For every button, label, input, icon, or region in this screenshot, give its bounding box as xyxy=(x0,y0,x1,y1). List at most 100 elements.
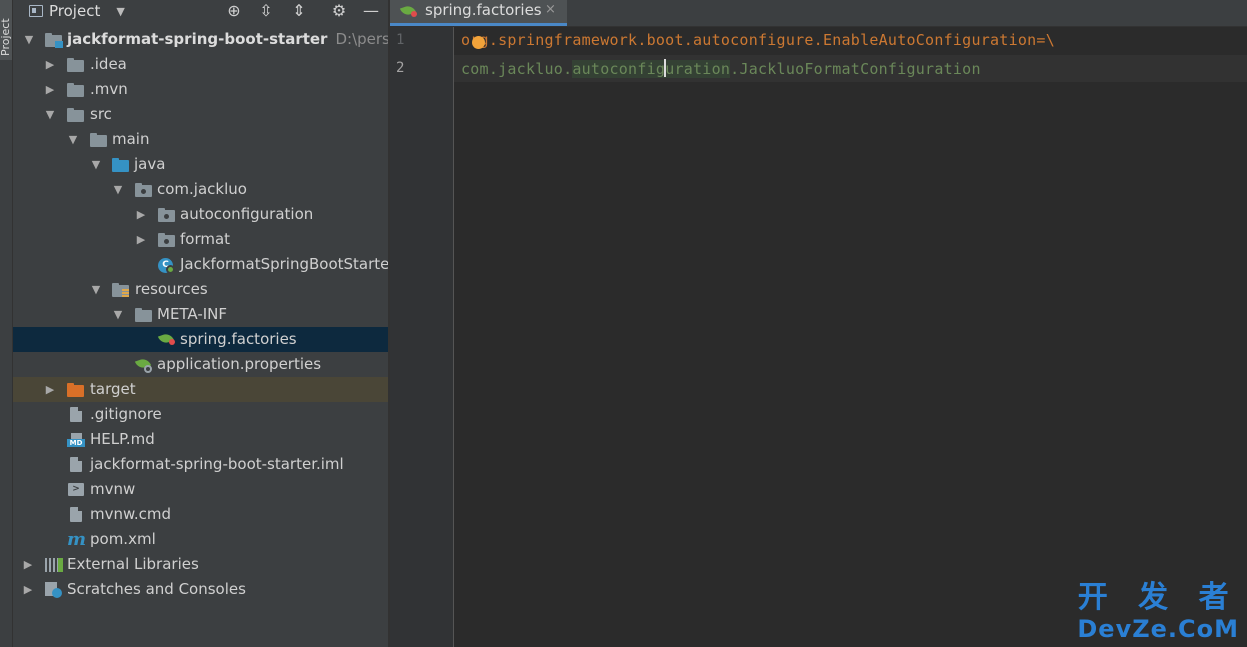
code-token: autoconfig xyxy=(572,60,666,78)
chevron-right-icon[interactable]: ▶ xyxy=(43,77,57,102)
chevron-right-icon[interactable]: ▶ xyxy=(43,377,57,402)
code-editor[interactable]: org.springframework.boot.autoconfigure.E… xyxy=(454,27,1247,647)
chevron-right-icon[interactable]: ▶ xyxy=(43,52,57,77)
tree-item-application-properties[interactable]: application.properties xyxy=(13,352,388,377)
locate-icon[interactable]: ⊕ xyxy=(224,1,244,21)
markdown-file-icon: MD xyxy=(67,433,85,447)
tree-label: resources xyxy=(135,280,208,298)
chevron-down-icon[interactable]: ▼ xyxy=(22,27,36,52)
folder-icon xyxy=(67,58,85,72)
chevron-down-icon[interactable]: ▼ xyxy=(66,127,80,152)
tree-item-mvnw[interactable]: > mvnw xyxy=(13,477,388,502)
tree-label: .gitignore xyxy=(90,405,162,423)
tab-label: spring.factories xyxy=(425,1,542,19)
project-panel-title: Project xyxy=(49,2,101,20)
expand-all-icon[interactable]: ⇳ xyxy=(256,1,276,21)
code-line-2: com.jackluo.autoconfiguration.JackluoFor… xyxy=(461,59,981,78)
spring-factories-icon xyxy=(399,3,418,19)
tree-item-idea[interactable]: ▶ .idea xyxy=(13,52,388,77)
folder-icon xyxy=(90,133,108,147)
chevron-down-icon[interactable]: ▼ xyxy=(111,177,125,202)
folder-icon xyxy=(67,108,85,122)
project-tool-tab[interactable]: Project xyxy=(0,0,12,60)
tree-label: application.properties xyxy=(157,355,322,373)
maven-icon: m xyxy=(67,529,87,550)
resources-folder-icon xyxy=(112,283,130,297)
chevron-right-icon[interactable]: ▶ xyxy=(134,227,148,252)
chevron-down-icon: ▼ xyxy=(116,4,125,18)
tree-label: JackformatSpringBootStarterApplication xyxy=(180,255,388,273)
code-token: uration xyxy=(665,60,731,78)
tree-label: META-INF xyxy=(157,305,228,323)
left-tool-strip: Project xyxy=(0,0,13,647)
chevron-down-icon[interactable]: ▼ xyxy=(89,277,103,302)
tree-item-format[interactable]: ▶ format xyxy=(13,227,388,252)
collapse-all-icon[interactable]: ⇕ xyxy=(289,1,309,21)
tree-label: src xyxy=(90,105,112,123)
tree-item-autoconfiguration[interactable]: ▶ autoconfiguration xyxy=(13,202,388,227)
tree-label: jackformat-spring-boot-starter.iml xyxy=(90,455,344,473)
code-token: jackluo xyxy=(498,60,564,78)
chevron-right-icon[interactable]: ▶ xyxy=(21,577,35,602)
watermark-cn: 开 发 者 xyxy=(1077,580,1239,615)
cmd-file-icon xyxy=(70,507,82,522)
tree-item-root[interactable]: ▼ jackformat-spring-boot-starter D:\perso… xyxy=(13,27,388,52)
tree-item-main[interactable]: ▼ main xyxy=(13,127,388,152)
shell-script-icon: > xyxy=(68,483,84,496)
folder-icon xyxy=(67,83,85,97)
iml-file-icon xyxy=(70,457,82,472)
tree-item-help[interactable]: MD HELP.md xyxy=(13,427,388,452)
library-icon xyxy=(45,558,63,572)
package-icon xyxy=(158,233,176,247)
tree-item-pom[interactable]: m pom.xml xyxy=(13,527,388,552)
source-folder-icon xyxy=(112,158,130,172)
tree-label: target xyxy=(90,380,136,398)
chevron-down-icon[interactable]: ▼ xyxy=(43,102,57,127)
editor-area: spring.factories × 1 2 org.springframewo… xyxy=(390,0,1247,647)
close-icon[interactable]: × xyxy=(545,2,556,17)
tree-item-resources[interactable]: ▼ resources xyxy=(13,277,388,302)
tree-item-mvnw-cmd[interactable]: mvnw.cmd xyxy=(13,502,388,527)
tree-item-gitignore[interactable]: .gitignore xyxy=(13,402,388,427)
excluded-folder-icon xyxy=(67,383,85,397)
gitignore-file-icon xyxy=(70,407,82,422)
scratches-icon xyxy=(45,582,63,598)
folder-icon xyxy=(135,308,153,322)
tree-item-meta-inf[interactable]: ▼ META-INF xyxy=(13,302,388,327)
code-token: JackluoFormatConfiguration xyxy=(739,60,981,78)
project-view-selector[interactable]: Project ▼ xyxy=(29,2,125,20)
tree-item-src[interactable]: ▼ src xyxy=(13,102,388,127)
tree-label: HELP.md xyxy=(90,430,155,448)
chevron-right-icon[interactable]: ▶ xyxy=(134,202,148,227)
tree-item-scratches[interactable]: ▶ Scratches and Consoles xyxy=(13,577,388,602)
tree-item-java[interactable]: ▼ java xyxy=(13,152,388,177)
gear-icon[interactable]: ⚙ xyxy=(329,1,349,21)
tree-item-target[interactable]: ▶ target xyxy=(13,377,388,402)
project-tree: ▼ jackformat-spring-boot-starter D:\perso… xyxy=(13,27,388,602)
watermark: 开 发 者 DevZe.CoM xyxy=(1077,580,1239,644)
root-label: jackformat-spring-boot-starter xyxy=(67,30,328,48)
hide-icon[interactable]: — xyxy=(361,1,381,21)
lightbulb-icon[interactable] xyxy=(472,36,485,49)
line-number-gutter: 1 2 xyxy=(390,27,454,647)
tree-item-package[interactable]: ▼ com.jackluo xyxy=(13,177,388,202)
tree-item-iml[interactable]: jackformat-spring-boot-starter.iml xyxy=(13,452,388,477)
chevron-down-icon[interactable]: ▼ xyxy=(89,152,103,177)
tab-spring-factories[interactable]: spring.factories × xyxy=(390,0,567,26)
tree-label: spring.factories xyxy=(180,330,297,348)
project-icon xyxy=(29,5,43,17)
highlighted-token: autoconfiguration xyxy=(572,59,731,78)
tree-item-app-class[interactable]: C JackformatSpringBootStarterApplication xyxy=(13,252,388,277)
tree-label: com.jackluo xyxy=(157,180,247,198)
watermark-en: DevZe.CoM xyxy=(1077,615,1239,643)
root-path: D:\persona xyxy=(335,30,388,48)
tree-label: main xyxy=(112,130,150,148)
tree-item-external-libraries[interactable]: ▶ External Libraries xyxy=(13,552,388,577)
tree-label: mvnw xyxy=(90,480,136,498)
tree-label: java xyxy=(134,155,166,173)
project-panel: Project ▼ ⊕ ⇳ ⇕ ⚙ — ▼ jackformat-spring-… xyxy=(13,0,388,647)
chevron-down-icon[interactable]: ▼ xyxy=(111,302,125,327)
tree-item-mvn[interactable]: ▶ .mvn xyxy=(13,77,388,102)
chevron-right-icon[interactable]: ▶ xyxy=(21,552,35,577)
tree-item-spring-factories[interactable]: spring.factories xyxy=(13,327,388,352)
